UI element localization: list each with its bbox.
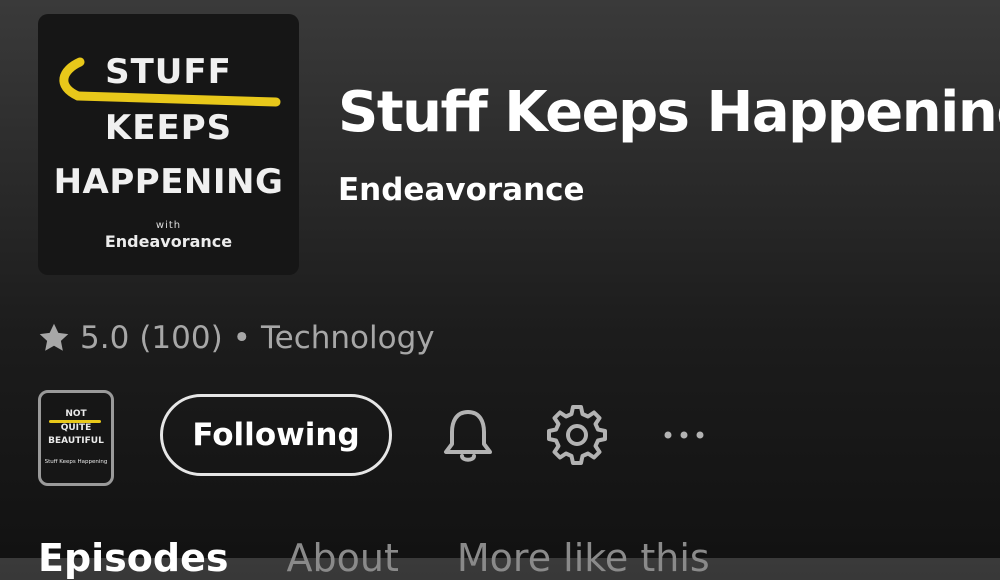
cover-title-line-3: HAPPENING [53, 162, 284, 202]
mini-cover-line-2: QUITE [60, 423, 92, 433]
mini-cover-line-3: BEAUTIFUL [48, 436, 104, 446]
more-icon[interactable] [660, 420, 708, 450]
rating-category-row: 5.0 (100) • Technology [36, 316, 435, 360]
review-count: (100) [139, 320, 223, 356]
cover-title-line-1: STUFF [105, 52, 232, 92]
tab-episodes[interactable]: Episodes [38, 536, 229, 580]
gear-icon[interactable] [546, 404, 608, 466]
tab-more-like-this[interactable]: More like this [457, 536, 710, 580]
following-button[interactable]: Following [160, 394, 392, 476]
mini-cover-line-1: NOT [65, 409, 87, 419]
related-show-thumbnail[interactable]: NOT QUITE BEAUTIFUL Stuff Keeps Happenin… [38, 390, 114, 486]
category-link[interactable]: Technology [261, 320, 435, 356]
cover-with-text: with [155, 220, 182, 231]
tab-bar: Episodes About More like this [38, 536, 768, 580]
podcast-cover-art: STUFF KEEPS HAPPENING with Endeavorance [38, 14, 299, 275]
cover-title-line-2: KEEPS [104, 108, 233, 148]
cover-host-name: Endeavorance [104, 232, 233, 251]
podcast-title: Stuff Keeps Happening [338, 80, 1000, 145]
bell-icon[interactable] [440, 406, 496, 466]
meta-separator: • [232, 320, 251, 356]
tab-about[interactable]: About [287, 536, 399, 580]
star-icon [39, 323, 69, 351]
mini-cover-line-4: Stuff Keeps Happening [44, 459, 108, 465]
rating-value: 5.0 [80, 320, 130, 356]
podcast-host-link[interactable]: Endeavorance [338, 172, 585, 208]
